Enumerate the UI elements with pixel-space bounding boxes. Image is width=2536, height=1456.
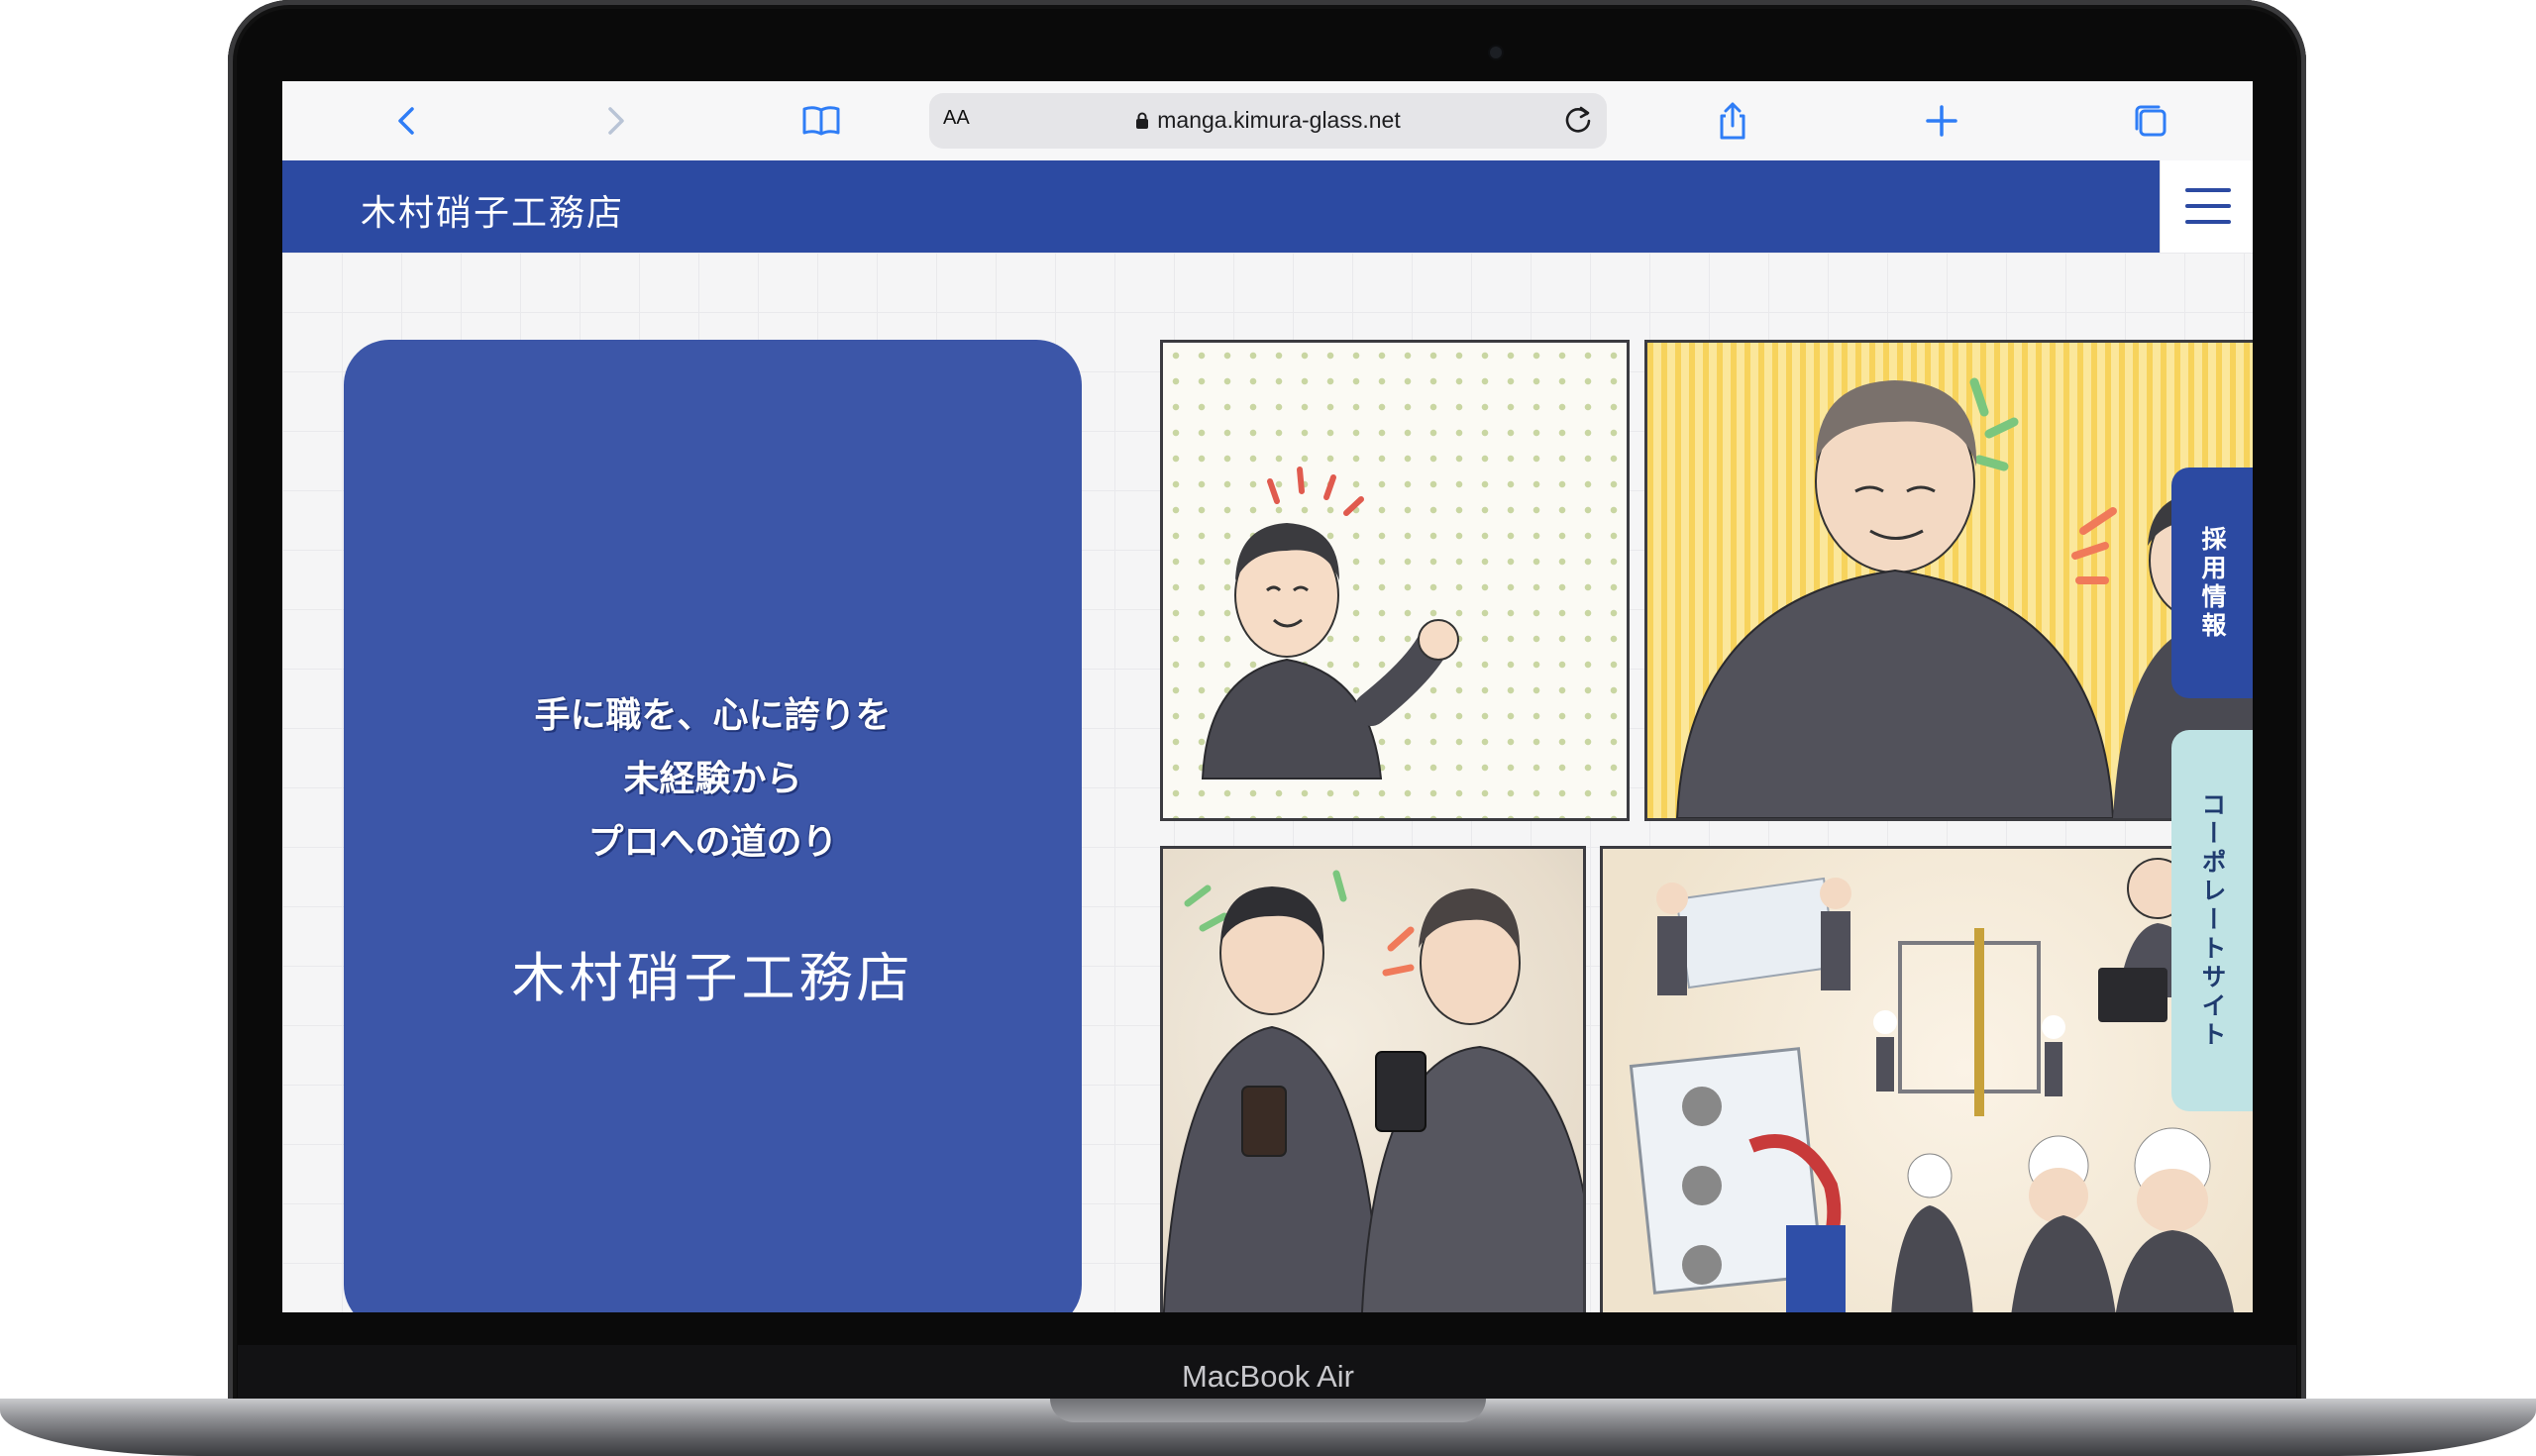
side-tab-recruit[interactable]: 採用情報 <box>2171 468 2253 698</box>
menu-icon[interactable] <box>2160 160 2253 253</box>
site-header: 木村硝子工務店 <box>282 160 2160 253</box>
manga-panel-glass-installation <box>1600 846 2253 1312</box>
reload-icon[interactable] <box>1559 101 1597 139</box>
share-icon[interactable] <box>1711 99 1754 143</box>
manga-panel-smartphone-chat <box>1160 846 1586 1312</box>
bookmarks-icon[interactable] <box>799 99 843 143</box>
tagline-line-3: プロへの道のり <box>587 822 838 863</box>
tabs-icon[interactable] <box>2129 99 2172 143</box>
address-bar[interactable]: AA manga.kimura-glass.net <box>929 93 1607 149</box>
tagline-line-1: 手に職を、心に誇りを <box>534 695 892 736</box>
hero-company-name: 木村硝子工務店 <box>511 947 914 1009</box>
side-tab-corporate-site[interactable]: コーポレートサイト <box>2171 730 2253 1111</box>
hero-card: 手に職を、心に誇りを 未経験から プロへの道のり 木村硝子工務店 <box>344 340 1082 1312</box>
tagline-line-2: 未経験から <box>623 759 802 799</box>
site-logo[interactable]: 木村硝子工務店 <box>361 184 624 236</box>
back-icon[interactable] <box>386 99 430 143</box>
url-text: manga.kimura-glass.net <box>1157 107 1401 133</box>
forward-icon[interactable] <box>592 99 636 143</box>
camera-icon <box>1490 47 1502 58</box>
hero-tagline: 手に職を、心に誇りを 未経験から プロへの道のり <box>344 684 1082 875</box>
screen: AA manga.kimura-glass.net 木村硝子工務店 手に職を、心… <box>282 81 2253 1312</box>
new-tab-icon[interactable] <box>1920 99 1963 143</box>
manga-panel-senior-worker <box>1644 340 2253 821</box>
laptop-opening-notch <box>1050 1399 1486 1422</box>
model-label: MacBook Air <box>1181 1359 1354 1394</box>
manga-panel-worker-fist-pump <box>1160 340 1630 821</box>
lock-icon <box>1136 112 1149 129</box>
browser-toolbar: AA manga.kimura-glass.net <box>282 81 2253 161</box>
